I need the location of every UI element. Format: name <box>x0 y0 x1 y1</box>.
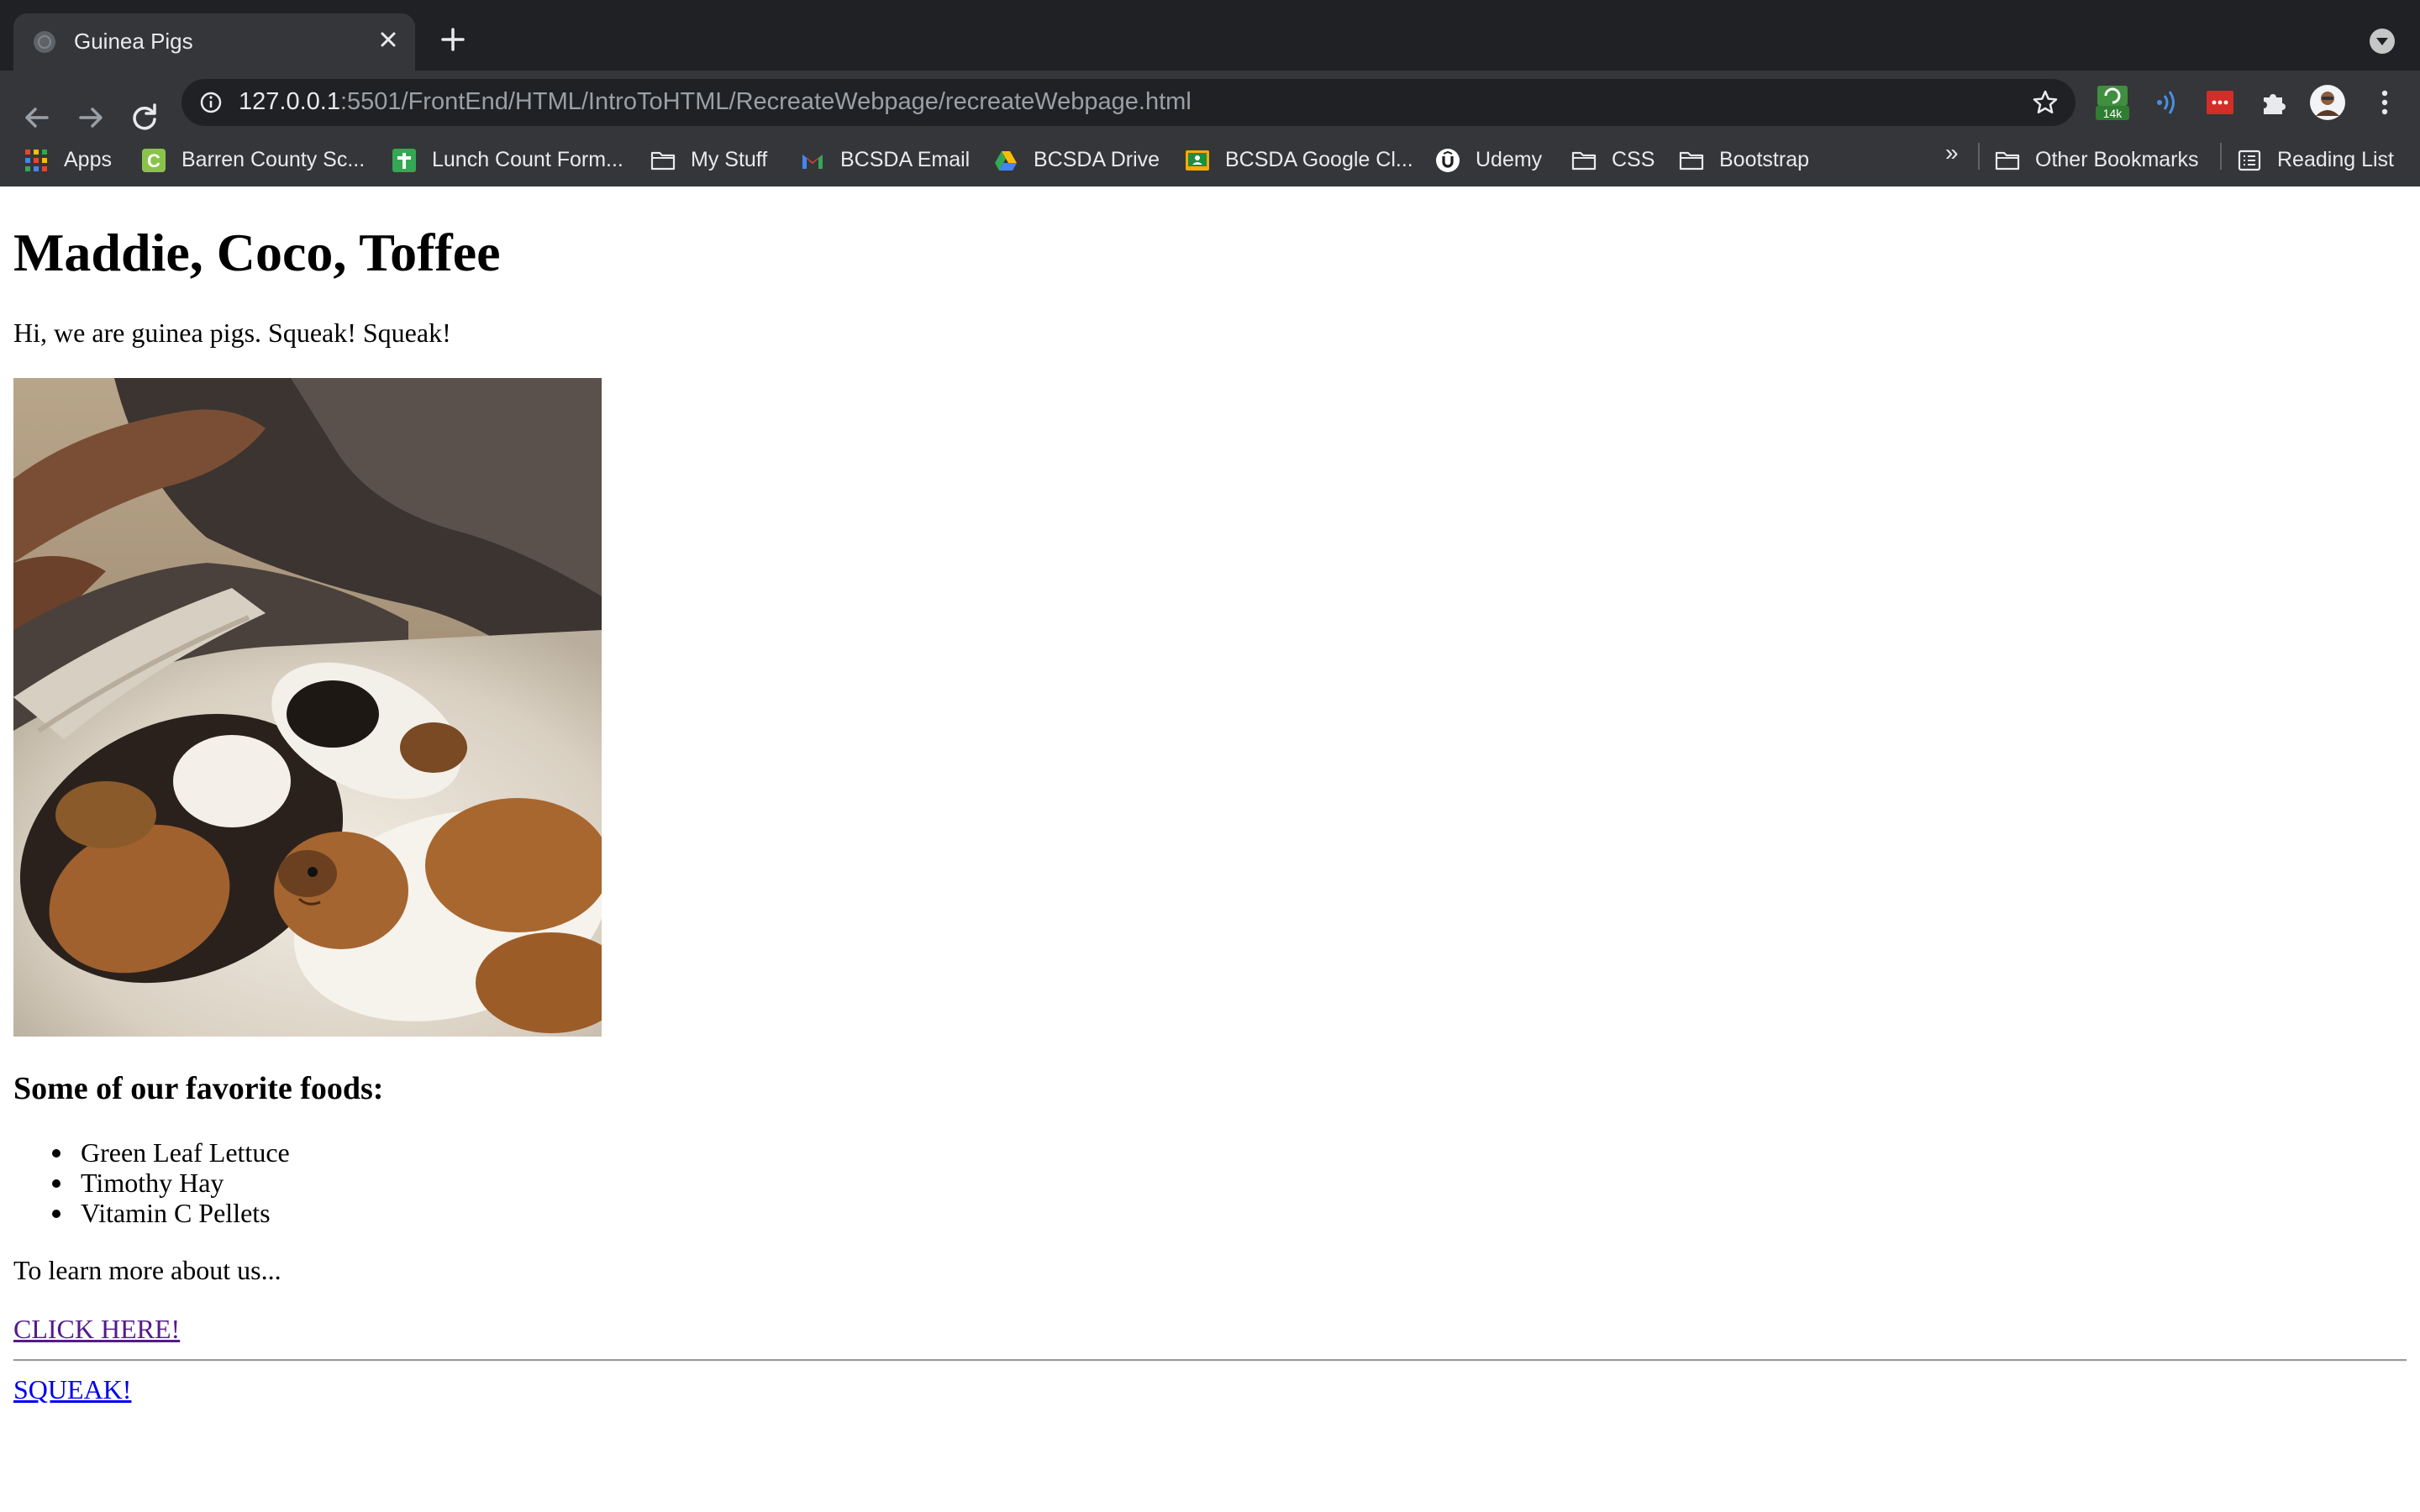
bookmark-apps[interactable]: Apps <box>24 144 116 176</box>
bookmark-bootstrap-folder[interactable]: Bootstrap <box>1679 144 1830 176</box>
foods-heading: Some of our favorite foods: <box>13 1071 384 1106</box>
bookmark-label: Bootstrap <box>1719 148 1810 171</box>
bookmark-label: BCSDA Drive <box>1034 148 1160 171</box>
intro-paragraph: Hi, we are guinea pigs. Squeak! Squeak! <box>13 318 451 348</box>
url-host: 127.0.0.1 <box>239 88 340 115</box>
guinea-pigs-photo <box>13 378 602 1037</box>
bookmark-bcsda-drive[interactable]: BCSDA Drive <box>993 144 1161 176</box>
click-here-link[interactable]: CLICK HERE! <box>13 1314 180 1345</box>
bookmark-lunch-count[interactable]: Lunch Count Form... <box>392 144 635 176</box>
extension-counter-icon[interactable]: 14k <box>2094 84 2131 121</box>
tab-search-dropdown-icon[interactable] <box>2370 29 2395 54</box>
bookmark-udemy[interactable]: Udemy <box>1435 144 1553 176</box>
foods-list: Green Leaf Lettuce Timothy Hay Vitamin C… <box>13 1137 290 1228</box>
horizontal-rule <box>13 1359 2407 1362</box>
url-path: :5501/FrontEnd/HTML/IntroToHTML/Recreate… <box>339 88 1192 115</box>
drive-icon <box>995 151 1017 171</box>
back-arrow-icon[interactable] <box>18 99 55 136</box>
browser-menu-icon[interactable] <box>2366 84 2403 121</box>
bookmarks-divider <box>1978 143 1980 170</box>
bookmark-label: BCSDA Google Cl... <box>1225 148 1413 171</box>
reload-icon[interactable] <box>126 99 163 136</box>
reading-list-icon <box>2238 150 2261 171</box>
folder-icon <box>1995 151 2020 171</box>
learn-more-text: To learn more about us... <box>13 1255 281 1285</box>
bookmark-label: Apps <box>64 148 112 171</box>
reading-list-button[interactable]: Reading List <box>2237 144 2413 176</box>
page-heading: Maddie, Coco, Toffee <box>13 223 501 282</box>
browser-tab-guinea-pigs[interactable]: Guinea Pigs <box>13 13 415 71</box>
apps-grid-icon <box>25 150 47 171</box>
globe-favicon-icon <box>34 31 55 53</box>
forms-plus-icon <box>392 149 416 172</box>
web-page-content: Maddie, Coco, Toffee Hi, we are guinea p… <box>0 186 2420 1512</box>
bookmarks-divider <box>2220 143 2222 170</box>
read-aloud-extension-icon[interactable] <box>2149 84 2186 121</box>
bookmark-label: BCSDA Email <box>840 148 971 171</box>
bookmark-label: Udemy <box>1476 148 1543 171</box>
bookmark-css-folder[interactable]: CSS <box>1571 144 1664 176</box>
reading-list-label: Reading List <box>2277 148 2394 171</box>
list-item: Vitamin C Pellets <box>13 1198 290 1228</box>
bookmark-my-stuff[interactable]: My Stuff <box>650 144 776 176</box>
folder-icon <box>1571 151 1597 171</box>
address-bar[interactable]: 127.0.0.1:5501/FrontEnd/HTML/IntroToHTML… <box>182 79 2075 126</box>
bookmark-star-icon[interactable] <box>2032 89 2059 116</box>
classroom-c-icon: C <box>142 149 166 172</box>
bookmark-label: Lunch Count Form... <box>432 148 623 171</box>
close-tab-icon[interactable] <box>375 26 402 53</box>
folder-icon <box>650 151 676 171</box>
new-tab-plus-icon[interactable] <box>439 25 467 54</box>
bookmark-label: CSS <box>1612 148 1655 171</box>
folder-icon <box>1679 151 1704 171</box>
bookmark-other-bookmarks[interactable]: Other Bookmarks <box>1995 144 2213 176</box>
forward-arrow-icon[interactable] <box>72 99 109 136</box>
bookmark-bcsda-email[interactable]: BCSDA Email <box>800 144 971 176</box>
profile-avatar[interactable] <box>2309 84 2346 121</box>
extension-badge: 14k <box>2103 107 2123 120</box>
list-item: Green Leaf Lettuce <box>13 1137 290 1168</box>
url-text[interactable]: 127.0.0.1:5501/FrontEnd/HTML/IntroToHTML… <box>239 88 1192 116</box>
bookmark-label: My Stuff <box>691 148 768 171</box>
tab-strip: Guinea Pigs <box>0 0 2420 71</box>
bookmark-barren-county[interactable]: C Barren County Sc... <box>141 144 376 176</box>
list-item: Timothy Hay <box>13 1168 290 1198</box>
udemy-icon <box>1436 149 1460 172</box>
lastpass-extension-icon[interactable] <box>2202 84 2238 121</box>
bookmark-label: Barren County Sc... <box>182 148 366 171</box>
bookmark-bcsda-google-classroom[interactable]: BCSDA Google Cl... <box>1185 144 1420 176</box>
extensions-puzzle-icon[interactable] <box>2255 84 2292 121</box>
other-bookmarks-label: Other Bookmarks <box>2035 148 2199 171</box>
tab-title: Guinea Pigs <box>74 29 193 54</box>
squeak-link[interactable]: SQUEAK! <box>13 1374 131 1405</box>
gmail-icon <box>802 155 823 169</box>
more-bookmarks-chevron[interactable]: » <box>1945 139 1959 166</box>
site-info-icon[interactable] <box>198 90 224 115</box>
google-classroom-icon <box>1186 150 1209 171</box>
svg-text:C: C <box>147 150 160 171</box>
